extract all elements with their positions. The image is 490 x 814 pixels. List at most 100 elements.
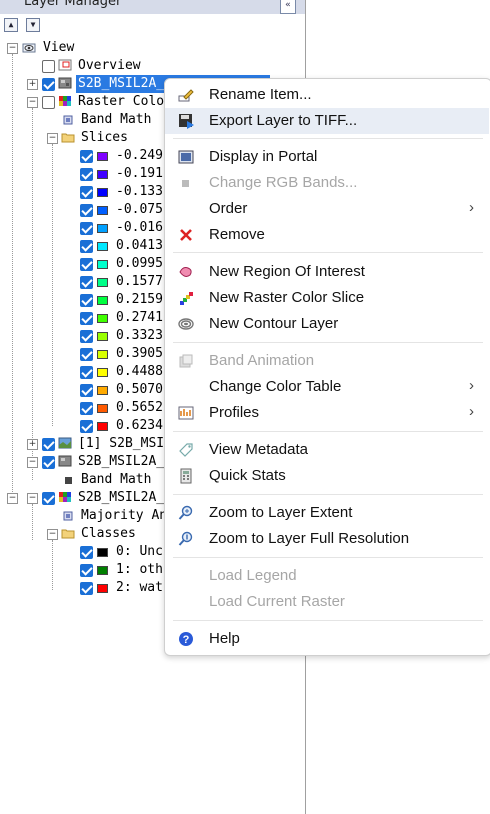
slice-checkbox[interactable]	[80, 150, 93, 163]
calculator-icon	[180, 468, 192, 484]
tree-label-slice: 0.6234	[116, 418, 163, 433]
overview-checkbox[interactable]	[42, 60, 55, 73]
collapse-icon[interactable]: −	[27, 97, 38, 108]
tree-label-slice: 0.3905	[116, 346, 163, 361]
slice-color-swatch	[97, 188, 108, 197]
layer-checkbox[interactable]	[42, 456, 55, 469]
tree-label-slice: -0.133	[116, 184, 163, 199]
tree-label-slice: 0.3323	[116, 328, 163, 343]
class-checkbox[interactable]	[80, 564, 93, 577]
layer-checkbox[interactable]	[42, 78, 55, 91]
tree-label-slices: Slices	[81, 130, 128, 145]
menu-item-quick-stats[interactable]: Quick Stats	[165, 463, 489, 489]
tree-label-majority: Majority An	[81, 508, 168, 523]
expand-icon[interactable]: +	[27, 439, 38, 450]
slice-color-swatch	[97, 386, 108, 395]
menu-item-zoom-extent[interactable]: Zoom to Layer Extent	[165, 500, 489, 526]
slice-checkbox[interactable]	[80, 276, 93, 289]
tree-label-class: 2: wat	[116, 580, 163, 595]
tree-label-band-math: Band Math	[81, 112, 152, 127]
menu-separator	[173, 494, 483, 495]
slice-checkbox[interactable]	[80, 402, 93, 415]
tree-label-class: 0: Unc	[116, 544, 163, 559]
menu-item-help[interactable]: ? Help	[165, 626, 489, 652]
slice-checkbox[interactable]	[80, 420, 93, 433]
slice-color-swatch	[97, 242, 108, 251]
menu-item-change-rgb[interactable]: Change RGB Bands...	[165, 170, 489, 196]
collapse-icon[interactable]: −	[27, 457, 38, 468]
tree-label-slice: 0.2159	[116, 292, 163, 307]
slice-checkbox[interactable]	[80, 204, 93, 217]
layer-checkbox[interactable]	[42, 492, 55, 505]
menu-item-new-color-slice[interactable]: New Raster Color Slice	[165, 285, 489, 311]
collapse-icon[interactable]: −	[7, 43, 18, 54]
menu-item-view-metadata[interactable]: View Metadata	[165, 437, 489, 463]
zoom-extent-icon	[178, 505, 193, 520]
roi-icon	[179, 267, 192, 277]
contour-icon	[178, 318, 194, 330]
menu-item-new-roi[interactable]: New Region Of Interest	[165, 259, 489, 285]
menu-item-band-animation[interactable]: Band Animation	[165, 348, 489, 374]
expand-icon[interactable]: +	[27, 79, 38, 90]
tree-item-overview[interactable]: Overview	[0, 57, 300, 75]
slice-checkbox[interactable]	[80, 240, 93, 253]
slice-checkbox[interactable]	[80, 168, 93, 181]
menu-separator	[173, 620, 483, 621]
layer-checkbox[interactable]	[42, 438, 55, 451]
menu-item-remove[interactable]: Remove	[165, 222, 489, 248]
menu-item-load-legend[interactable]: Load Legend	[165, 563, 489, 589]
menu-item-rename[interactable]: Rename Item...	[165, 82, 489, 108]
class-checkbox[interactable]	[80, 546, 93, 559]
slice-color-swatch	[97, 152, 108, 161]
folder-icon	[61, 529, 75, 539]
menu-item-order[interactable]: Order ›	[165, 196, 489, 222]
pin-icon[interactable]: «	[280, 0, 296, 14]
panel-toolbar: ▲ ▼	[0, 16, 305, 36]
collapse-icon[interactable]: −	[47, 529, 58, 540]
tree-label-band-math-2: Band Math	[81, 472, 152, 487]
menu-item-zoom-full-res[interactable]: Zoom to Layer Full Resolution	[165, 526, 489, 552]
slice-color-swatch	[97, 404, 108, 413]
portal-icon	[178, 150, 194, 164]
slice-color-swatch	[97, 170, 108, 179]
menu-item-export-tiff[interactable]: Export Layer to TIFF...	[165, 108, 489, 134]
slice-checkbox[interactable]	[80, 384, 93, 397]
collapse-icon[interactable]: −	[47, 133, 58, 144]
tree-item-view[interactable]: − View	[0, 39, 300, 57]
tree-label-classes: Classes	[81, 526, 136, 541]
classification-icon	[59, 492, 71, 502]
collapse-all-button[interactable]: ▲	[4, 18, 18, 32]
slice-checkbox[interactable]	[80, 294, 93, 307]
slice-color-swatch	[97, 260, 108, 269]
slice-color-swatch	[97, 224, 108, 233]
menu-item-change-color-table[interactable]: Change Color Table ›	[165, 374, 489, 400]
tree-label-slice: 0.5070	[116, 382, 163, 397]
slice-color-swatch	[97, 278, 108, 287]
menu-item-display-portal[interactable]: Display in Portal	[165, 144, 489, 170]
zoom-full-res-icon	[178, 531, 193, 546]
slice-checkbox[interactable]	[80, 186, 93, 199]
class-checkbox[interactable]	[80, 582, 93, 595]
collapse-icon[interactable]: −	[27, 493, 38, 504]
slice-checkbox[interactable]	[80, 222, 93, 235]
slice-checkbox[interactable]	[80, 330, 93, 343]
menu-separator	[173, 138, 483, 139]
slice-checkbox[interactable]	[80, 258, 93, 271]
profiles-icon	[178, 406, 194, 420]
slice-checkbox[interactable]	[80, 366, 93, 379]
color-slice-icon	[180, 292, 193, 305]
expand-all-button[interactable]: ▼	[26, 18, 40, 32]
slice-color-swatch	[97, 350, 108, 359]
tree-label-overview: Overview	[78, 58, 141, 73]
tree-label-slice: -0.075	[116, 202, 163, 217]
band-icon	[63, 511, 73, 521]
slice-checkbox[interactable]	[80, 312, 93, 325]
rename-icon	[178, 89, 194, 102]
menu-item-profiles[interactable]: Profiles ›	[165, 400, 489, 426]
menu-item-load-current-raster[interactable]: Load Current Raster	[165, 589, 489, 615]
collapse-icon[interactable]: −	[7, 493, 18, 504]
slice-checkbox[interactable]	[80, 348, 93, 361]
tree-label-slice: -0.249	[116, 148, 163, 163]
menu-item-new-contour[interactable]: New Contour Layer	[165, 311, 489, 337]
color-slice-checkbox[interactable]	[42, 96, 55, 109]
